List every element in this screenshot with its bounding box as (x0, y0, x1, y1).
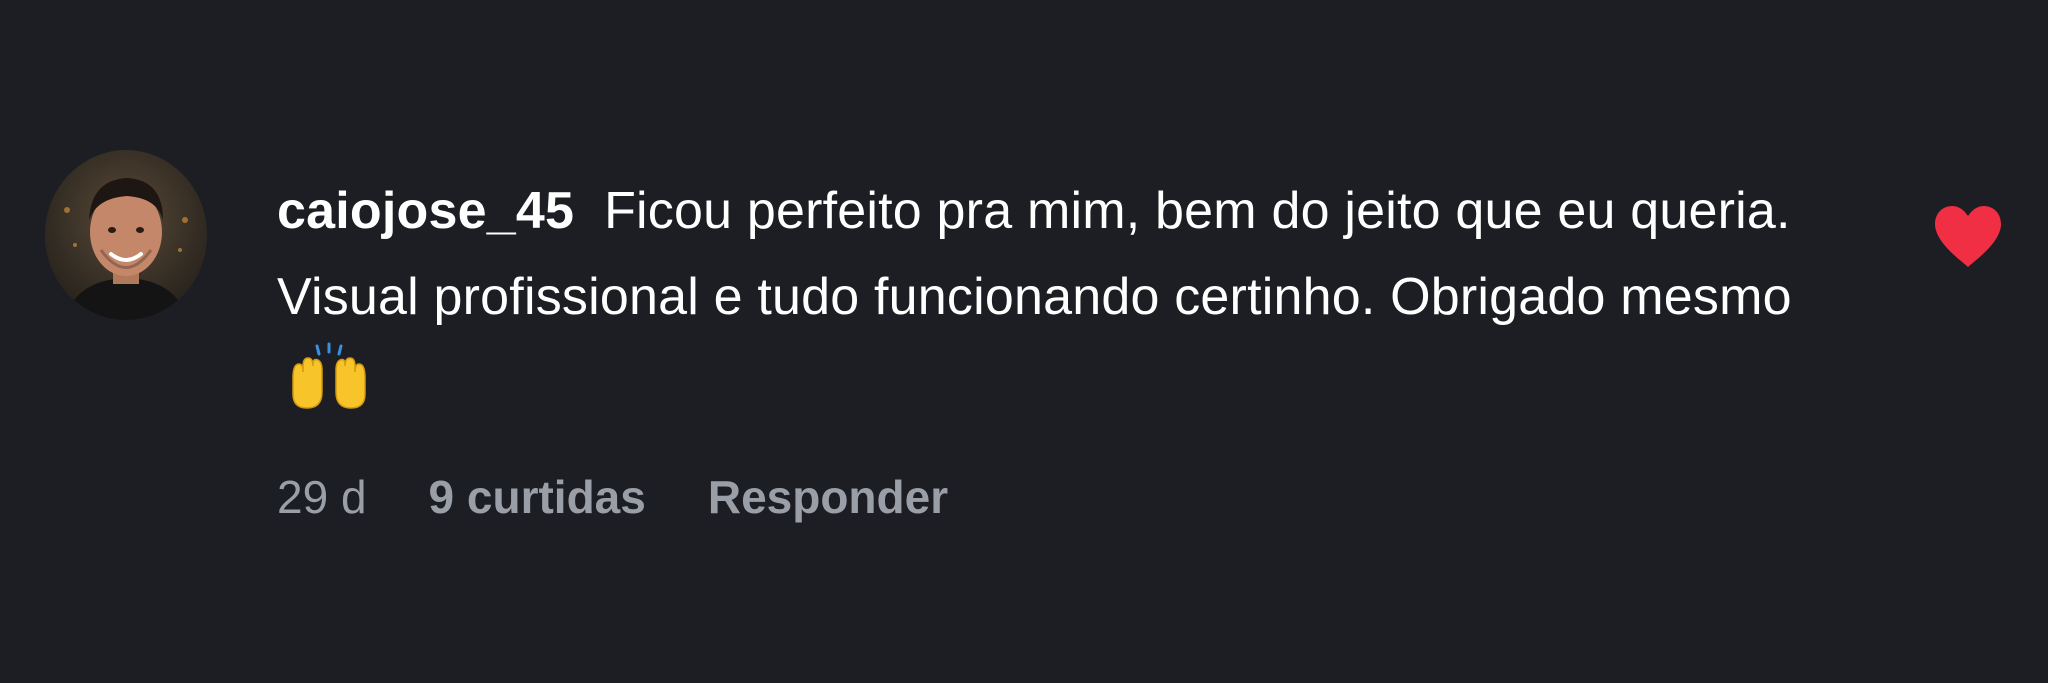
like-heart-icon[interactable] (1933, 205, 2003, 269)
comment-age: 29 d (277, 471, 367, 523)
comment-body: caiojose_45 Ficou perfeito pra mim, bem d… (277, 168, 1837, 426)
reply-button[interactable]: Responder (708, 470, 948, 524)
likes-count[interactable]: 9 curtidas (429, 470, 646, 524)
avatar[interactable] (45, 150, 207, 320)
comment-meta: 29 d 9 curtidas Responder (277, 470, 948, 524)
avatar-photo (45, 150, 207, 320)
raising-hands-emoji-icon (287, 342, 371, 412)
comment-item: caiojose_45 Ficou perfeito pra mim, bem d… (0, 0, 2048, 683)
username[interactable]: caiojose_45 (277, 182, 574, 240)
